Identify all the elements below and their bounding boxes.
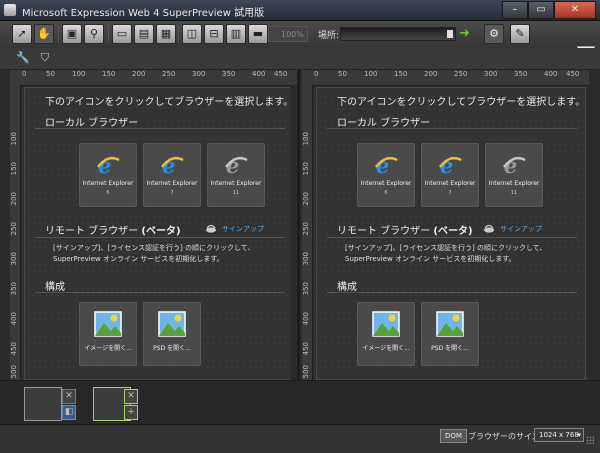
session-thumbnail[interactable] [24, 387, 62, 421]
open-psd-button[interactable]: PSD を開く... [421, 302, 479, 366]
ie11-browser-button[interactable]: e Internet Explorer 11 [207, 143, 265, 207]
remote-signal-icon [206, 224, 216, 233]
help-shield-icon[interactable]: ⛉ [36, 50, 54, 66]
psd-file-icon [158, 311, 186, 337]
layout-a-icon[interactable]: ▥ [226, 24, 246, 44]
dom-button[interactable]: DOM [440, 429, 467, 443]
session-thumbnail-strip: ✕ ◧ ✕ + [0, 380, 600, 425]
minimize-button[interactable]: – [502, 1, 528, 19]
ie7-browser-button[interactable]: e Internet Explorer 7 [421, 143, 479, 207]
image-file-icon [94, 311, 122, 337]
status-bar: DOM ブラウザーのサイズ: 1024 x 768 ▾ [0, 424, 600, 453]
open-image-button[interactable]: イメージを開く... [357, 302, 415, 366]
app-icon [4, 4, 16, 16]
settings-gear-icon[interactable]: ⚙ [484, 24, 504, 44]
remote-signal-icon [484, 224, 494, 233]
local-browsers-heading: ローカル ブラウザー [45, 118, 139, 129]
ie-gray-icon: e [225, 154, 248, 176]
ie-icon: e [439, 154, 462, 176]
ie-gray-icon: e [503, 154, 526, 176]
signup-link[interactable]: サインアップ [500, 224, 542, 234]
pointer-tool-icon[interactable]: ➚ [12, 24, 32, 44]
close-new-session-icon[interactable]: ✕ [124, 389, 138, 404]
zoom-level[interactable]: 100% [268, 26, 308, 42]
open-image-button[interactable]: イメージを開く... [79, 302, 137, 366]
window-title: Microsoft Expression Web 4 SuperPreview … [22, 8, 265, 19]
maximize-button[interactable]: ▭ [528, 1, 554, 19]
single-view-icon[interactable]: ▭ [112, 24, 132, 44]
main-toolbar: ➚ ✋ ▣ ⚲ ▭ ▤ ▦ ◫ ⊟ ▥ ▬ 100% 場所: ➜ ⚙ ✎ 35日… [0, 21, 600, 64]
browser-size-label: ブラウザーのサイズ: [468, 432, 543, 441]
add-session-icon[interactable]: + [124, 405, 138, 420]
highlight-icon[interactable]: ⚲ [84, 24, 104, 44]
close-session-icon[interactable]: ✕ [62, 389, 76, 404]
pane-divider[interactable] [297, 70, 300, 380]
ie6-browser-button[interactable]: e Internet Explorer 6 [357, 143, 415, 207]
browser-selection-page: 下のアイコンをクリックしてブラウザーを選択します。 ローカル ブラウザー e I… [316, 87, 586, 380]
ie7-browser-button[interactable]: e Internet Explorer 7 [143, 143, 201, 207]
left-preview-pane[interactable]: 0 50 100 150 200 250 300 350 400 450 100… [10, 70, 297, 380]
left-pane-scrollbar[interactable] [290, 85, 296, 380]
horizontal-split-icon[interactable]: ⊟ [204, 24, 224, 44]
configuration-heading: 構成 [45, 282, 65, 293]
remote-browsers-heading: リモート ブラウザー (ベータ) [337, 226, 473, 237]
ie-icon: e [97, 154, 120, 176]
title-bar: Microsoft Expression Web 4 SuperPreview … [0, 0, 600, 21]
overlay-view-icon[interactable]: ▤ [134, 24, 154, 44]
remote-browsers-heading: リモート ブラウザー (ベータ) [45, 226, 181, 237]
close-button[interactable]: ✕ [554, 1, 596, 19]
chevron-down-icon: ▾ [577, 431, 581, 439]
vertical-split-icon[interactable]: ◫ [182, 24, 202, 44]
location-label: 場所: [318, 31, 340, 41]
right-pane-scrollbar[interactable] [590, 85, 596, 380]
image-file-icon [372, 311, 400, 337]
signup-link[interactable]: サインアップ [222, 224, 264, 234]
secondary-toolbar: 🔧 ⛉ [0, 48, 600, 70]
vertical-ruler: 100 150 200 250 300 350 400 450 500 [302, 85, 313, 380]
pan-hand-icon[interactable]: ✋ [34, 24, 54, 44]
edit-icon[interactable]: ✎ [510, 24, 530, 44]
go-arrow-icon[interactable]: ➜ [459, 26, 473, 42]
layout-b-icon[interactable]: ▬ [248, 24, 268, 44]
location-input[interactable] [340, 27, 456, 41]
baseline-icon[interactable]: ▣ [62, 24, 82, 44]
instruction-text: 下のアイコンをクリックしてブラウザーを選択します。 [45, 97, 294, 108]
ie-icon: e [161, 154, 184, 176]
session-view-icon[interactable]: ◧ [62, 405, 76, 420]
open-psd-button[interactable]: PSD を開く... [143, 302, 201, 366]
remote-description: [サインアップ]、[ライセンス認証を行う] の順にクリックして、SuperPre… [345, 244, 547, 263]
resize-grip-icon[interactable] [586, 436, 594, 444]
browser-selection-page: 下のアイコンをクリックしてブラウザーを選択します。 ローカル ブラウザー e I… [24, 87, 294, 380]
right-preview-pane[interactable]: 0 50 100 150 200 250 300 350 400 450 100… [302, 70, 589, 380]
psd-file-icon [436, 311, 464, 337]
ie-icon: e [375, 154, 398, 176]
horizontal-ruler: 0 50 100 150 200 250 300 350 400 450 [10, 70, 297, 86]
configuration-heading: 構成 [337, 282, 357, 293]
horizontal-ruler: 0 50 100 150 200 250 300 350 400 450 [302, 70, 589, 86]
browser-size-select[interactable]: 1024 x 768 ▾ [534, 428, 584, 442]
vertical-ruler: 100 150 200 250 300 350 400 450 500 [10, 85, 21, 380]
instruction-text: 下のアイコンをクリックしてブラウザーを選択します。 [337, 97, 586, 108]
wrench-icon[interactable]: 🔧 [14, 50, 32, 66]
ie6-browser-button[interactable]: e Internet Explorer 6 [79, 143, 137, 207]
remote-description: [サインアップ]、[ライセンス認証を行う] の順にクリックして、SuperPre… [53, 244, 255, 263]
local-browsers-heading: ローカル ブラウザー [337, 118, 431, 129]
grid-view-icon[interactable]: ▦ [156, 24, 176, 44]
ie11-browser-button[interactable]: e Internet Explorer 11 [485, 143, 543, 207]
